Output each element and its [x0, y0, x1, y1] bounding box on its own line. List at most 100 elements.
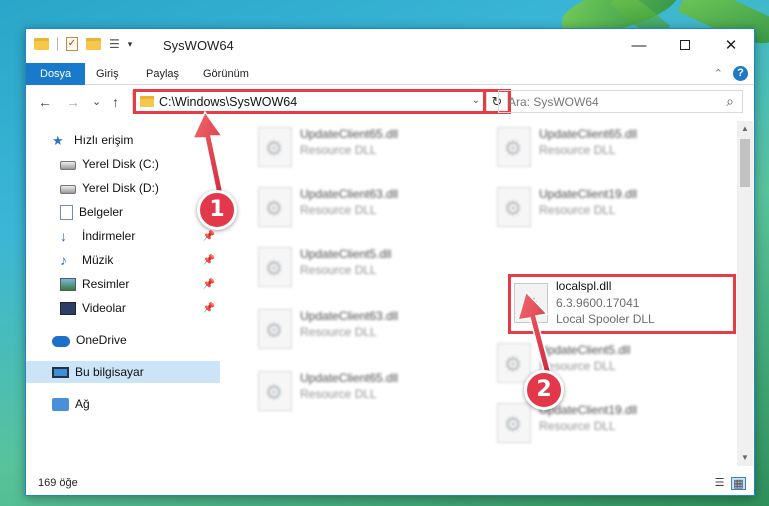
tab-file[interactable]: Dosya	[26, 63, 86, 85]
file-tile[interactable]: UpdateClient19.dll Resource DLL	[489, 397, 714, 451]
tab-share[interactable]: Paylaş	[146, 63, 179, 85]
sidebar-item-label: OneDrive	[76, 333, 127, 347]
pin-icon[interactable]: 📌	[203, 255, 215, 266]
navigation-bar: ← → ⌄ ↑ C:\Windows\SysWOW64 ⌄ ↻ Ara: Sys…	[26, 86, 754, 118]
tab-home[interactable]: Giriş	[96, 63, 119, 85]
sidebar-item-this-pc[interactable]: Bu bilgisayar	[26, 361, 220, 383]
file-name: UpdateClient63.dll	[300, 309, 399, 323]
sidebar-item-music[interactable]: ♪ Müzik 📌	[26, 249, 220, 271]
file-name: UpdateClient19.dll	[539, 187, 638, 201]
file-tile[interactable]: UpdateClient65.dll Resource DLL	[250, 365, 475, 419]
file-name: UpdateClient65.dll	[300, 127, 399, 141]
pin-icon[interactable]: 📌	[203, 303, 215, 314]
explorer-window: ✓ ☰ ▾ SysWOW64 — ✕ Dosya Giriş Paylaş Gö…	[25, 28, 755, 496]
customize-icon[interactable]: ☰	[109, 37, 120, 51]
minimize-icon: —	[631, 36, 647, 54]
view-toggle: ☰ ▦	[712, 477, 746, 490]
vertical-scrollbar[interactable]: ▲ ▼	[737, 121, 753, 466]
forward-icon[interactable]: →	[66, 94, 80, 110]
file-tile[interactable]: UpdateClient63.dll Resource DLL	[250, 303, 475, 357]
sidebar-item-label: Ağ	[75, 397, 90, 411]
scroll-down-icon[interactable]: ▼	[737, 450, 753, 466]
file-tile[interactable]: UpdateClient5.dll Resource DLL	[250, 241, 475, 295]
dll-file-icon	[258, 187, 292, 227]
this-pc-icon	[52, 366, 69, 378]
file-highlight	[508, 274, 736, 334]
scroll-thumb[interactable]	[740, 139, 750, 187]
callout-badge-1: 1	[197, 190, 237, 230]
pin-icon[interactable]: 📌	[203, 279, 215, 290]
navigation-pane: ★ Hızlı erişim Yerel Disk (C:) Yerel Dis…	[26, 121, 220, 466]
file-type: Resource DLL	[539, 419, 616, 433]
file-name: UpdateClient5.dll	[539, 343, 631, 357]
chevron-up-icon[interactable]: ⌃	[714, 67, 723, 80]
close-icon: ✕	[724, 37, 738, 54]
search-placeholder: Ara: SysWOW64	[508, 95, 599, 109]
file-type: Resource DLL	[539, 203, 616, 217]
ribbon-tabs: Dosya Giriş Paylaş Görünüm ⌃ ?	[26, 63, 754, 85]
sidebar-item-local-disk-d[interactable]: Yerel Disk (D:)	[26, 177, 220, 199]
minimize-button[interactable]: —	[616, 29, 662, 61]
sidebar-item-label: Hızlı erişim	[74, 133, 134, 147]
sidebar-item-label: Resimler	[82, 277, 130, 291]
pin-icon[interactable]: 📌	[203, 231, 215, 242]
star-icon: ★	[52, 133, 64, 148]
dll-file-icon	[497, 403, 531, 443]
details-view-icon[interactable]: ☰	[712, 477, 727, 490]
up-icon[interactable]: ↑	[112, 94, 119, 110]
dll-file-icon	[258, 309, 292, 349]
sidebar-item-label: Yerel Disk (C:)	[82, 157, 159, 171]
sidebar-item-local-disk-c[interactable]: Yerel Disk (C:)	[26, 153, 220, 175]
file-type: Resource DLL	[539, 143, 616, 157]
close-button[interactable]: ✕	[708, 29, 754, 61]
disk-icon	[60, 185, 76, 194]
sidebar-item-downloads[interactable]: ↓ İndirmeler 📌	[26, 225, 220, 247]
file-type: Resource DLL	[300, 143, 377, 157]
new-folder-icon[interactable]	[86, 38, 101, 50]
dll-file-icon	[258, 127, 292, 167]
sidebar-item-label: Bu bilgisayar	[75, 365, 144, 379]
file-tile[interactable]: UpdateClient5.dll Resource DLL	[489, 337, 714, 391]
dll-file-icon	[258, 371, 292, 411]
maximize-button[interactable]	[662, 29, 708, 61]
search-input[interactable]: Ara: SysWOW64 ⌕	[498, 90, 743, 113]
file-type: Resource DLL	[300, 203, 377, 217]
download-icon: ↓	[60, 228, 67, 244]
sidebar-item-onedrive[interactable]: OneDrive	[26, 329, 220, 351]
properties-icon[interactable]: ✓	[66, 37, 78, 51]
file-name: UpdateClient63.dll	[300, 187, 399, 201]
scroll-up-icon[interactable]: ▲	[737, 121, 753, 137]
file-tile[interactable]: UpdateClient65.dll Resource DLL	[250, 121, 475, 175]
sidebar-item-label: Müzik	[82, 253, 114, 267]
qat-dropdown-icon[interactable]: ▾	[128, 39, 133, 50]
sidebar-item-label: İndirmeler	[82, 229, 136, 243]
sidebar-item-videos[interactable]: Videolar 📌	[26, 297, 220, 319]
caption-buttons: — ✕	[616, 29, 754, 61]
recent-locations-icon[interactable]: ⌄	[92, 95, 101, 108]
sidebar-item-label: Belgeler	[79, 205, 124, 219]
file-tile[interactable]: UpdateClient63.dll Resource DLL	[250, 181, 475, 235]
file-name: UpdateClient5.dll	[300, 247, 392, 261]
onedrive-icon	[52, 336, 70, 347]
window-title: SysWOW64	[163, 38, 234, 53]
file-name: UpdateClient65.dll	[300, 371, 399, 385]
file-tile[interactable]: UpdateClient65.dll Resource DLL	[489, 121, 714, 175]
sidebar-item-documents[interactable]: Belgeler	[26, 201, 220, 223]
tab-view[interactable]: Görünüm	[203, 63, 249, 85]
help-icon[interactable]: ?	[733, 66, 748, 81]
title-bar: ✓ ☰ ▾ SysWOW64 — ✕	[26, 29, 754, 63]
file-type: Resource DLL	[300, 325, 377, 339]
dll-file-icon	[497, 187, 531, 227]
sidebar-item-pictures[interactable]: Resimler 📌	[26, 273, 220, 295]
back-icon[interactable]: ←	[38, 94, 52, 110]
dll-file-icon	[497, 127, 531, 167]
network-icon	[52, 397, 69, 411]
file-tile[interactable]: UpdateClient19.dll Resource DLL	[489, 181, 714, 235]
status-bar: 169 öğe ☰ ▦	[26, 473, 754, 495]
tiles-view-icon[interactable]: ▦	[731, 477, 746, 490]
music-icon: ♪	[60, 252, 67, 268]
sidebar-item-quick-access[interactable]: ★ Hızlı erişim	[26, 129, 220, 151]
sidebar-item-network[interactable]: Ağ	[26, 393, 220, 415]
dll-file-icon	[258, 247, 292, 287]
maximize-icon	[680, 40, 690, 50]
